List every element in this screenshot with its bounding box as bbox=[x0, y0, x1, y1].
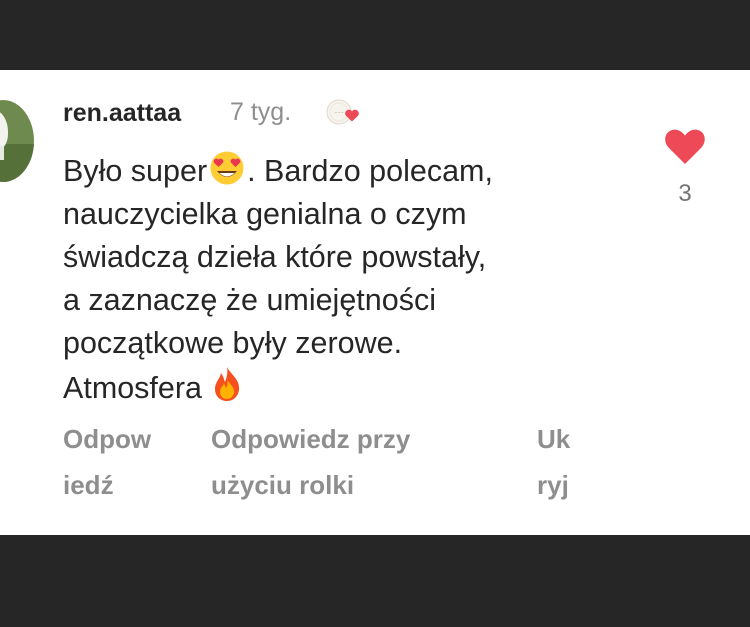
comment-line-text: . Bardzo polecam, bbox=[247, 154, 493, 188]
comment-line: początkowe były zerowe. bbox=[63, 326, 403, 360]
comment-line: Było super . Bardzo polecam, bbox=[63, 150, 643, 193]
like-heart-icon[interactable] bbox=[664, 128, 706, 166]
comment-line: nauczycielka genialna o czym bbox=[63, 197, 467, 231]
bottom-dark-bar bbox=[0, 535, 750, 627]
hide-label-line: ryj bbox=[537, 470, 569, 500]
svg-text:~~~: ~~~ bbox=[334, 110, 344, 115]
comment-line-text: Atmosfera bbox=[63, 371, 211, 405]
heart-eyes-emoji-icon bbox=[210, 151, 244, 185]
creator-liked-icon: ~~~ bbox=[326, 99, 359, 125]
fire-emoji-icon bbox=[215, 367, 240, 401]
reply-reel-label-line: użyciu rolki bbox=[211, 470, 355, 500]
comment-line: świadczą dzieła które powstały, bbox=[63, 240, 487, 274]
comment-line: Atmosfera bbox=[63, 365, 643, 410]
top-dark-bar bbox=[0, 0, 750, 70]
hide-label-line: Uk bbox=[537, 424, 571, 454]
reply-with-reel-button[interactable]: Odpowiedz przy użyciu rolki bbox=[211, 416, 410, 508]
comment-text: Było super . Bardzo polecam, nauczycielk… bbox=[63, 150, 643, 410]
reply-label-line: iedź bbox=[63, 470, 114, 500]
reply-button[interactable]: Odpow iedź bbox=[63, 416, 151, 508]
comment-card: ren.aattaa 7 tyg. ~~~ Było super . Bardz… bbox=[0, 70, 750, 535]
username[interactable]: ren.aattaa bbox=[63, 98, 181, 128]
comment-line-text: Było super bbox=[63, 154, 208, 188]
comment-line: a zaznaczę że umiejętności bbox=[63, 283, 436, 317]
reply-label-line: Odpow bbox=[63, 424, 152, 454]
hide-button[interactable]: Uk ryj bbox=[537, 416, 570, 508]
avatar[interactable] bbox=[0, 100, 34, 182]
avatar-grass bbox=[0, 144, 34, 182]
avatar-leg bbox=[0, 146, 4, 160]
reply-reel-label-line: Odpowiedz przy bbox=[211, 424, 411, 454]
like-count: 3 bbox=[678, 180, 692, 207]
comment-time: 7 tyg. bbox=[230, 98, 292, 126]
